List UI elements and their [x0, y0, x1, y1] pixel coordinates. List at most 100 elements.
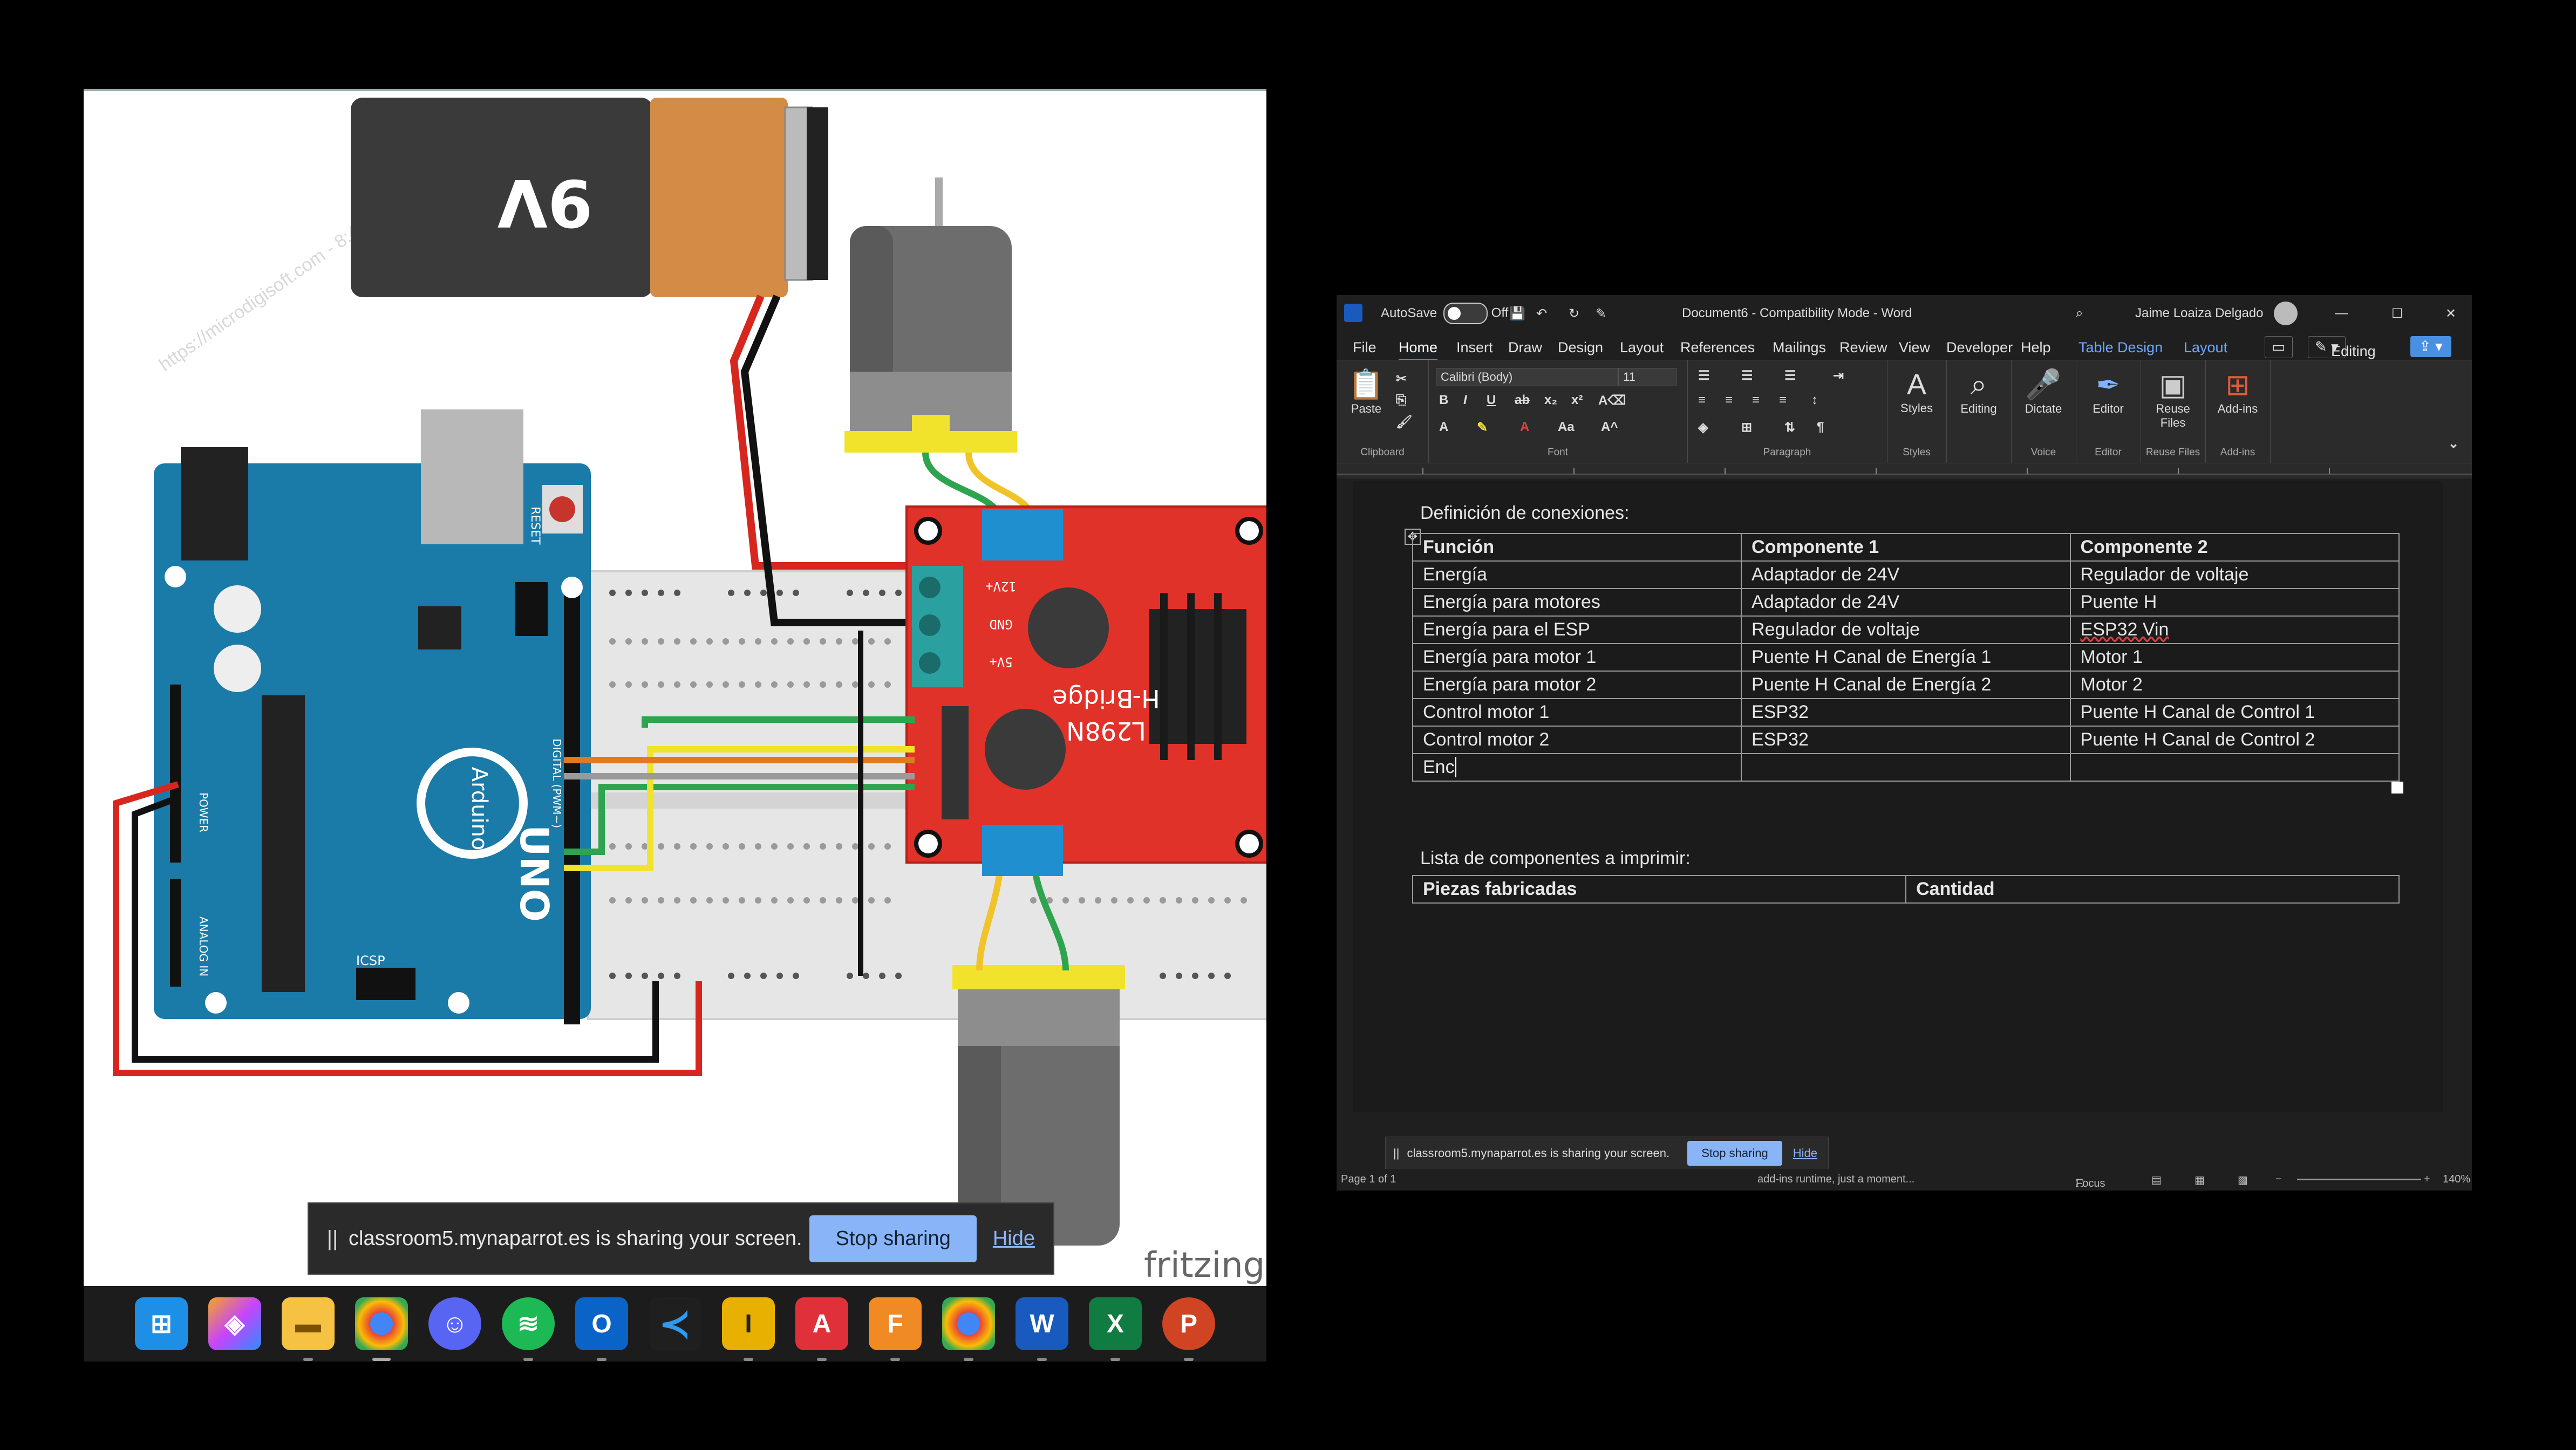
format-painter-icon[interactable]: ✎ — [1596, 306, 1606, 322]
grow-font-icon[interactable]: A^ — [1601, 420, 1618, 435]
borders-icon[interactable]: ⊞ — [1741, 420, 1752, 435]
acrobat-icon[interactable]: A — [795, 1297, 848, 1361]
justify-icon[interactable]: ≡ — [1779, 393, 1787, 408]
table-cell[interactable]: Energía — [1412, 560, 1742, 589]
table-cell[interactable]: ESP32 — [1741, 726, 2071, 754]
cut-icon[interactable]: ✂ — [1396, 371, 1407, 387]
comments-icon[interactable]: ▭ — [2265, 336, 2293, 358]
tab-table-layout[interactable]: Layout — [2184, 339, 2227, 356]
styles-button[interactable]: A Styles — [1892, 368, 1941, 415]
share-icon[interactable]: ⇪ ▾ — [2410, 336, 2451, 357]
collapse-ribbon-icon[interactable]: ⌄ — [2448, 436, 2459, 452]
app-i-icon[interactable]: I — [722, 1297, 775, 1361]
table-cell[interactable]: Puente H Canal de Energía 2 — [1741, 671, 2071, 699]
heading-definicion[interactable]: Definición de conexiones: — [1420, 503, 1629, 524]
discord-icon[interactable]: ☺ — [428, 1297, 481, 1350]
tab-design[interactable]: Design — [1558, 339, 1603, 356]
table-cell[interactable]: Adaptador de 24V — [1741, 588, 2071, 617]
table-cell[interactable] — [2069, 753, 2400, 782]
tab-home[interactable]: Home — [1399, 339, 1438, 361]
copy-icon[interactable]: ⎘ — [1396, 393, 1406, 408]
table-header-cell[interactable]: Componente 1 — [1741, 533, 2071, 562]
table-cell[interactable]: Energía para el ESP — [1412, 615, 1742, 644]
powerpoint-icon[interactable]: P — [1162, 1297, 1215, 1361]
heading-lista[interactable]: Lista de componentes a imprimir: — [1420, 848, 1691, 869]
change-case-icon[interactable]: Aa — [1558, 420, 1575, 435]
table-cell[interactable]: ESP32 — [1741, 698, 2071, 727]
table-cell[interactable]: Energía para motor 1 — [1412, 643, 1742, 672]
clear-format-icon[interactable]: A⌫ — [1598, 393, 1626, 408]
outlook-icon[interactable]: O — [575, 1297, 628, 1361]
underline-icon[interactable]: U — [1487, 393, 1496, 408]
editing-button[interactable]: ⌕ Editing — [1952, 368, 2006, 416]
spotify-icon[interactable]: ≋ — [502, 1297, 555, 1361]
web-layout-icon[interactable]: ▩ — [2238, 1173, 2248, 1187]
font-size-select[interactable]: 11 — [1618, 368, 1677, 386]
table-cell[interactable]: Motor 1 — [2069, 643, 2400, 672]
chrome-profile-icon[interactable] — [942, 1297, 995, 1361]
table-resize-handle-icon[interactable] — [2391, 782, 2403, 794]
indent-icon[interactable]: ⇥ — [1833, 368, 1844, 384]
user-name[interactable]: Jaime Loaiza Delgado — [2135, 306, 2263, 321]
table-header-cell[interactable]: Función — [1412, 533, 1742, 562]
editor-button[interactable]: ✒ Editor — [2081, 368, 2135, 416]
tab-layout[interactable]: Layout — [1620, 339, 1664, 356]
table-cell[interactable]: ESP32 Vin — [2069, 615, 2400, 644]
stop-sharing-button[interactable]: Stop sharing — [809, 1215, 977, 1262]
zoom-out-icon[interactable]: − — [2275, 1173, 2282, 1186]
connections-table[interactable]: Función Componente 1 Componente 2 Energí… — [1412, 533, 2400, 782]
align-center-icon[interactable]: ≡ — [1725, 393, 1733, 408]
table-cell[interactable]: Puente H Canal de Energía 1 — [1741, 643, 2071, 672]
table-cell[interactable]: Puente H Canal de Control 2 — [2069, 726, 2400, 754]
zoom-level[interactable]: 140% — [2443, 1173, 2470, 1186]
tab-table-design[interactable]: Table Design — [2078, 339, 2163, 356]
table-header-cell[interactable]: Cantidad — [1905, 875, 2400, 904]
bold-icon[interactable]: B — [1439, 393, 1448, 408]
tab-insert[interactable]: Insert — [1456, 339, 1493, 356]
table-header-cell[interactable]: Componente 2 — [2069, 533, 2400, 562]
tab-mailings[interactable]: Mailings — [1773, 339, 1826, 356]
windows-start-icon[interactable]: ⊞ — [135, 1297, 188, 1350]
undo-icon[interactable]: ↶ — [1536, 306, 1547, 322]
print-layout-icon[interactable]: ▦ — [2195, 1173, 2205, 1187]
tab-file[interactable]: File — [1353, 339, 1376, 356]
table-cell[interactable]: Control motor 2 — [1412, 726, 1742, 754]
tab-review[interactable]: Review — [1839, 339, 1887, 356]
line-spacing-icon[interactable]: ↕ — [1811, 393, 1818, 408]
search-icon[interactable]: ⌕ — [2076, 306, 2083, 321]
sort-icon[interactable]: ⇅ — [1784, 420, 1795, 435]
hide-link[interactable]: Hide — [993, 1227, 1035, 1250]
avatar[interactable] — [2274, 302, 2298, 325]
tab-draw[interactable]: Draw — [1508, 339, 1542, 356]
align-left-icon[interactable]: ≡ — [1698, 393, 1706, 408]
table-cell[interactable]: Regulador de voltaje — [1741, 615, 2071, 644]
excel-icon[interactable]: X — [1089, 1297, 1142, 1361]
copilot-icon[interactable]: ◈ — [208, 1297, 261, 1350]
pause-icon[interactable]: || — [1393, 1146, 1399, 1160]
multilevel-icon[interactable]: ☰ — [1784, 368, 1796, 384]
tab-help[interactable]: Help — [2021, 339, 2051, 356]
table-cell[interactable]: Adaptador de 24V — [1741, 560, 2071, 589]
table-cell[interactable]: Energía para motores — [1412, 588, 1742, 617]
components-table[interactable]: Piezas fabricadas Cantidad — [1412, 875, 2400, 904]
text-effects-icon[interactable]: A — [1439, 420, 1448, 435]
page-indicator[interactable]: Page 1 of 1 — [1341, 1173, 1396, 1186]
editing-mode-button[interactable]: ✎ Editing ▾ — [2308, 336, 2376, 359]
tab-developer[interactable]: Developer — [1946, 339, 2013, 356]
addins-button[interactable]: ⊞ Add-ins — [2211, 368, 2265, 416]
pause-icon[interactable]: || — [316, 1227, 349, 1251]
strikethrough-icon[interactable]: ab — [1515, 393, 1530, 408]
read-mode-icon[interactable]: ▤ — [2151, 1173, 2162, 1187]
superscript-icon[interactable]: x² — [1571, 393, 1583, 408]
paste-button[interactable]: 📋 Paste — [1347, 368, 1385, 416]
autosave-toggle[interactable]: Off — [1443, 303, 1508, 324]
table-cell[interactable]: Control motor 1 — [1412, 698, 1742, 727]
table-cell[interactable]: Energía para motor 2 — [1412, 671, 1742, 699]
numbering-icon[interactable]: ☰ — [1741, 368, 1753, 384]
redo-icon[interactable]: ↻ — [1569, 306, 1579, 322]
zoom-in-icon[interactable]: + — [2424, 1173, 2430, 1186]
dictate-button[interactable]: 🎤 Dictate — [2016, 368, 2070, 416]
hide-link[interactable]: Hide — [1793, 1146, 1817, 1160]
word-icon[interactable]: W — [1016, 1297, 1068, 1361]
shading-icon[interactable]: ◈ — [1698, 420, 1708, 435]
